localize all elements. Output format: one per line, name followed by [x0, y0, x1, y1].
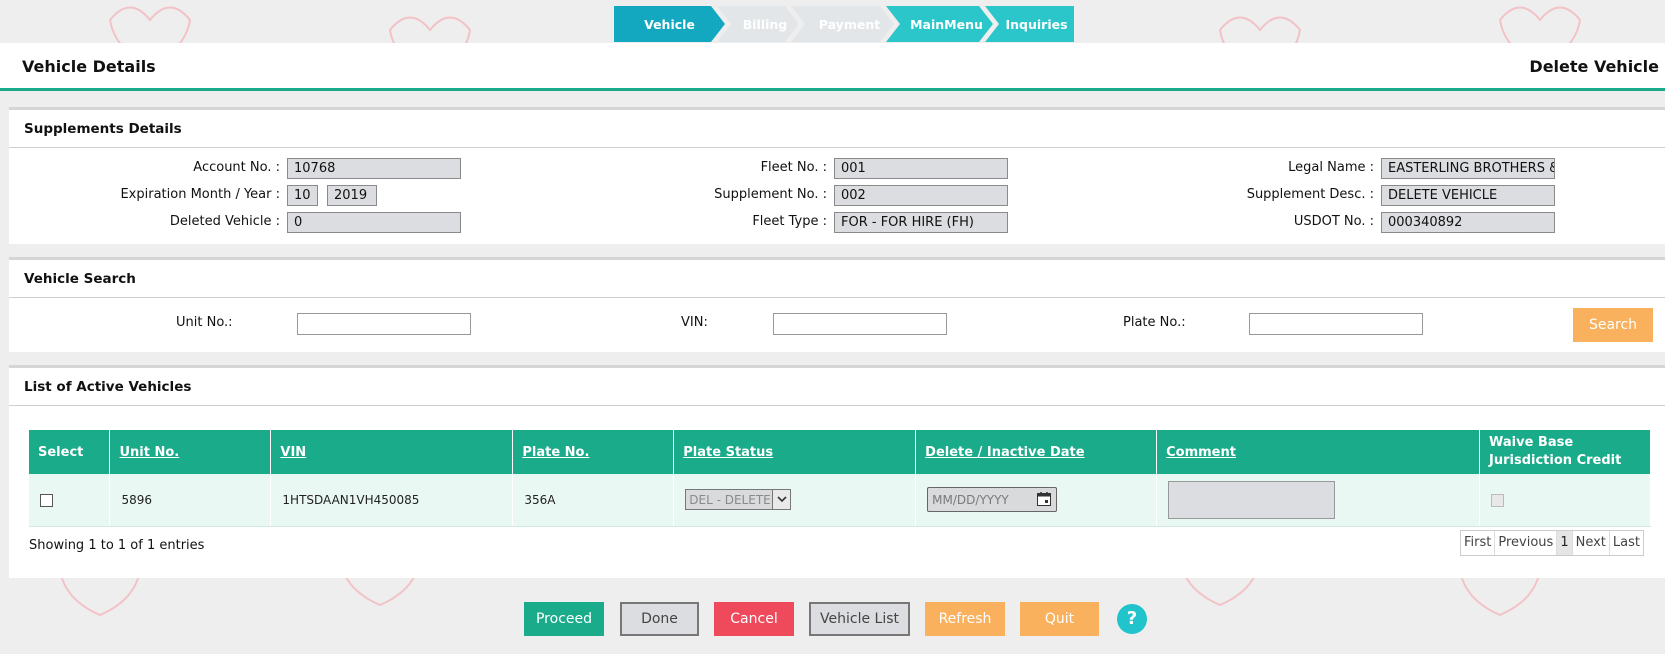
supplements-panel: Supplements Details Account No. : 10768 … [9, 107, 1665, 244]
cell-vin: 1HTSDAAN1VH450085 [270, 474, 514, 527]
col-plate-no[interactable]: Plate No. [512, 430, 675, 474]
deleted-vehicle-field: 0 [287, 212, 461, 233]
cell-waive-base [1479, 474, 1651, 527]
calendar-icon[interactable] [1036, 491, 1052, 510]
col-plate-status[interactable]: Plate Status [673, 430, 917, 474]
cell-plate-status: DEL - DELETED [673, 474, 917, 527]
usdot-label: USDOT No. : [1293, 214, 1374, 229]
wizard-steps: Vehicle Billing Payment MainMenu Inquiri… [614, 6, 1074, 42]
vehicle-search-heading: Vehicle Search [9, 260, 1665, 298]
unit-no-label: Unit No.: [176, 315, 233, 330]
quit-button[interactable]: Quit [1020, 602, 1099, 636]
step-inquiries[interactable]: Inquiries [985, 6, 1074, 42]
help-icon[interactable]: ? [1117, 604, 1147, 634]
step-mainmenu[interactable]: MainMenu [886, 6, 993, 42]
plate-status-select[interactable]: DEL - DELETED [685, 489, 792, 511]
vin-label: VIN: [681, 315, 708, 330]
exp-year-field: 2019 [327, 185, 377, 206]
page-action-title: Delete Vehicle [1529, 57, 1659, 76]
account-field: 10768 [287, 158, 461, 179]
supplements-heading: Supplements Details [9, 110, 1665, 148]
cell-plate: 356A [512, 474, 675, 527]
pager-page-1[interactable]: 1 [1557, 531, 1573, 555]
col-select: Select [29, 430, 111, 474]
plate-no-label: Plate No.: [1123, 315, 1186, 330]
supplement-field: 002 [834, 185, 1008, 206]
active-vehicles-panel: List of Active Vehicles Select Unit No. … [9, 365, 1665, 578]
search-button[interactable]: Search [1573, 308, 1653, 342]
refresh-button[interactable]: Refresh [925, 602, 1005, 636]
proceed-button[interactable]: Proceed [524, 602, 604, 636]
entries-summary: Showing 1 to 1 of 1 entries [29, 538, 205, 553]
col-unit-no[interactable]: Unit No. [109, 430, 272, 474]
chevron-down-icon [772, 490, 791, 510]
step-billing: Billing [717, 6, 799, 42]
legal-name-label: Legal Name : [1288, 160, 1374, 175]
col-delete-date[interactable]: Delete / Inactive Date [915, 430, 1158, 474]
pager-first[interactable]: First [1461, 531, 1496, 555]
cancel-button[interactable]: Cancel [714, 602, 794, 636]
fleet-label: Fleet No. : [760, 160, 827, 175]
table-row: 5896 1HTSDAAN1VH450085 356A DEL - DELETE… [29, 474, 1651, 527]
cell-unit: 5896 [109, 474, 272, 527]
unit-no-input[interactable] [297, 313, 471, 335]
page-title: Vehicle Details [22, 57, 156, 76]
account-label: Account No. : [193, 160, 280, 175]
cell-delete-date: MM/DD/YYYY [915, 474, 1158, 527]
fleet-type-field: FOR - FOR HIRE (FH) [834, 212, 1008, 233]
deleted-vehicle-label: Deleted Vehicle : [169, 214, 280, 229]
cell-select [29, 474, 111, 527]
pager-next[interactable]: Next [1572, 531, 1610, 555]
pager-last[interactable]: Last [1609, 531, 1643, 555]
col-comment[interactable]: Comment [1156, 430, 1481, 474]
pager-previous[interactable]: Previous [1495, 531, 1558, 555]
pagination: First Previous 1 Next Last [1460, 530, 1644, 556]
exp-month-field: 10 [287, 185, 318, 206]
action-bar: Proceed Done Cancel Vehicle List Refresh… [0, 602, 1665, 636]
fleet-type-label: Fleet Type : [752, 214, 827, 229]
supplement-label: Supplement No. : [714, 187, 827, 202]
vin-input[interactable] [773, 313, 947, 335]
step-vehicle[interactable]: Vehicle [614, 6, 725, 42]
vehicle-list-button[interactable]: Vehicle List [809, 602, 910, 636]
col-waive-base: Waive Base Jurisdiction Credit [1479, 430, 1651, 474]
col-vin[interactable]: VIN [270, 430, 514, 474]
usdot-field: 000340892 [1381, 212, 1555, 233]
legal-name-field: EASTERLING BROTHERS & S [1381, 158, 1555, 179]
supplement-desc-field: DELETE VEHICLE [1381, 185, 1555, 206]
title-bar: Vehicle Details Delete Vehicle [0, 43, 1665, 91]
fleet-field: 001 [834, 158, 1008, 179]
step-payment: Payment [791, 6, 894, 42]
expiration-label: Expiration Month / Year : [120, 187, 280, 202]
comment-textarea[interactable] [1168, 480, 1336, 519]
vehicle-search-panel: Vehicle Search Unit No.: VIN: Plate No.:… [9, 257, 1665, 352]
delete-date-input[interactable]: MM/DD/YYYY [927, 487, 1058, 513]
select-checkbox[interactable] [40, 493, 53, 507]
waive-base-checkbox [1491, 493, 1505, 507]
plate-no-input[interactable] [1249, 313, 1423, 335]
active-vehicles-heading: List of Active Vehicles [9, 368, 1665, 406]
supplement-desc-label: Supplement Desc. : [1246, 187, 1374, 202]
vehicles-table: Select Unit No. VIN Plate No. Plate Stat… [29, 430, 1651, 527]
cell-comment [1156, 474, 1481, 527]
done-button[interactable]: Done [620, 602, 699, 636]
